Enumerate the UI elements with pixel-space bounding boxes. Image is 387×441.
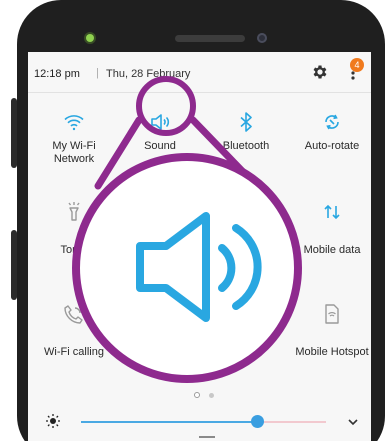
tile-auto-rotate[interactable]: Auto-rotate (289, 104, 371, 174)
tile-wifi[interactable]: My Wi-Fi Network (31, 104, 117, 174)
brightness-slider[interactable] (81, 421, 326, 423)
tile-label: Sound (144, 140, 176, 152)
notification-led (86, 34, 94, 42)
bluetooth-icon (240, 112, 252, 132)
chevron-down-icon[interactable] (346, 415, 360, 429)
wifi-icon (64, 115, 84, 131)
tile-label: Bluetooth (222, 140, 270, 152)
header-divider (28, 92, 371, 93)
tile-mobile-data[interactable]: Mobile data (289, 198, 371, 268)
notification-badge: 4 (350, 58, 364, 72)
page-dot[interactable] (209, 393, 215, 398)
tile-torch[interactable]: Torch (31, 198, 117, 268)
brightness-thumb[interactable] (251, 415, 265, 428)
sound-icon (151, 114, 170, 130)
mobile-data-icon (324, 204, 340, 220)
device-mockup: 12:18 pm | Thu, 28 February 4 My Wi-Fi N (0, 0, 387, 441)
brightness-icon (46, 414, 60, 428)
quick-settings-panel: 12:18 pm | Thu, 28 February 4 My Wi-Fi N (28, 52, 371, 441)
rotate-icon (325, 114, 339, 130)
settings-gear-icon[interactable] (311, 63, 329, 81)
clock-date: Thu, 28 February (106, 68, 191, 80)
drag-handle[interactable] (199, 436, 215, 438)
tile-label: Mobile Hotspot (295, 346, 369, 358)
tile-label: Wi-Fi calling (44, 346, 104, 358)
front-camera (257, 33, 267, 43)
page-indicator (194, 385, 219, 403)
wifi-call-icon (64, 305, 83, 324)
torch-icon (68, 202, 80, 221)
brightness-fill (81, 421, 258, 423)
tile-mobile-hotspot[interactable]: Mobile Hotspot (289, 300, 371, 370)
page-dot-active[interactable] (194, 392, 200, 398)
tile-label: Mobile data (303, 244, 361, 256)
tile-label: Torch (60, 244, 88, 256)
earpiece-speaker (175, 35, 245, 42)
tile-wifi-calling[interactable]: Wi-Fi calling (31, 300, 117, 370)
hotspot-icon (325, 304, 339, 324)
tile-label: My Wi-Fi Network (52, 140, 96, 165)
tile-label: Auto-rotate (304, 140, 360, 152)
tile-sound[interactable]: Sound (117, 104, 203, 174)
tile-bluetooth[interactable]: Bluetooth (203, 104, 289, 174)
header-separator: | (96, 67, 99, 79)
panel-header: 12:18 pm | Thu, 28 February 4 (28, 52, 371, 92)
clock-time: 12:18 pm (34, 68, 80, 80)
